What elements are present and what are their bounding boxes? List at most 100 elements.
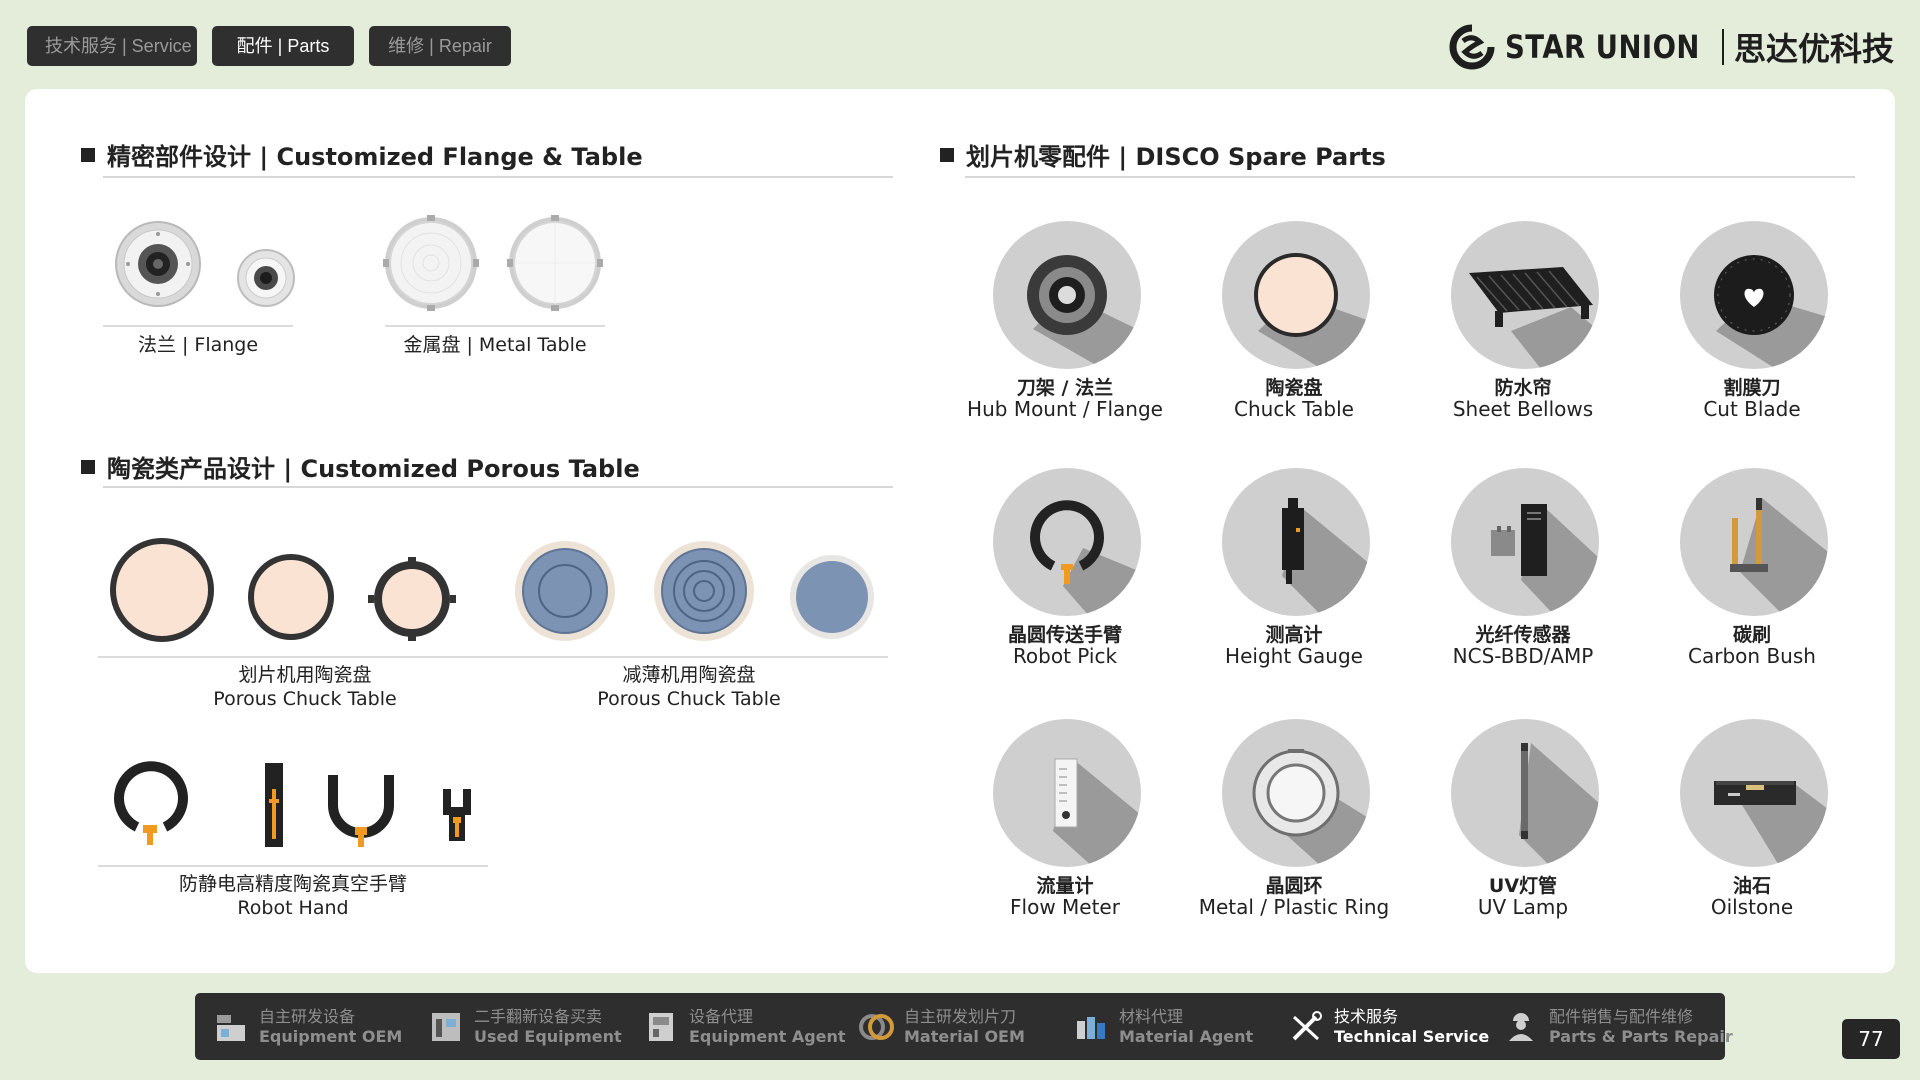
flange-section-title-text: 精密部件设计 | Customized Flange & Table <box>107 143 643 171</box>
robot-hand-caption-en: Robot Hand <box>237 897 349 919</box>
worker-icon <box>1509 1012 1533 1041</box>
flange-caption: 法兰 | Flange <box>137 334 259 356</box>
porous-underline <box>98 656 888 658</box>
porous-section-title-text: 陶瓷类产品设计 | Customized Porous Table <box>107 455 640 483</box>
content-card: 精密部件设计 | Customized Flange & Table 法兰 | … <box>25 89 1895 973</box>
bullet-square-icon <box>940 147 954 162</box>
chuck-table-icon <box>1222 221 1370 369</box>
nav-equipment-agent[interactable]: 设备代理 Equipment Agent <box>643 993 858 1060</box>
tab-service[interactable]: 技术服务 | Service <box>27 26 197 66</box>
nav-label-cn: 配件销售与配件维修 <box>1549 1006 1694 1026</box>
disco-item-en: Height Gauge <box>1225 644 1363 668</box>
disco-item-uv-lamp[interactable]: UV灯管 UV Lamp <box>1403 719 1643 939</box>
disco-item-robot-pick[interactable]: 晶圆传送手臂 Robot Pick <box>945 468 1185 688</box>
disco-item-cn: 晶圆环 <box>1265 875 1323 897</box>
blade-ring-icon <box>859 1013 894 1040</box>
nav-label-cn: 技术服务 <box>1334 1006 1399 1026</box>
flange-images <box>115 221 295 307</box>
brand-name: STAR UNION <box>1505 28 1701 66</box>
disco-item-flow-meter[interactable]: 流量计 Flow Meter <box>945 719 1185 939</box>
tab-repair[interactable]: 维修 | Repair <box>369 26 511 66</box>
brand: STAR UNION 思达优科技 <box>1449 24 1894 70</box>
disco-item-en: Cut Blade <box>1703 397 1801 421</box>
disco-item-sheet-bellows[interactable]: 防水帘 Sheet Bellows <box>1403 221 1643 441</box>
disco-item-cn: 光纤传感器 <box>1475 624 1571 646</box>
disco-item-cn: 陶瓷盘 <box>1265 377 1323 399</box>
tab-parts[interactable]: 配件 | Parts <box>212 26 354 66</box>
dicing-chuck-medium-icon <box>248 554 334 640</box>
section-rule <box>103 176 893 178</box>
nav-label-en: Parts & Parts Repair <box>1549 1026 1733 1046</box>
porous-table-images <box>110 538 874 642</box>
robot-hand-caption-cn: 防静电高精度陶瓷真空手臂 <box>178 873 407 895</box>
dicing-chuck-large-icon <box>110 538 214 642</box>
oilstone-icon <box>1680 719 1828 867</box>
disco-item-en: UV Lamp <box>1477 895 1569 919</box>
disco-item-carbon-brush[interactable]: 碳刷 Carbon Bush <box>1632 468 1872 688</box>
disco-item-cn: 晶圆传送手臂 <box>1007 624 1122 646</box>
thinning-chuck-caption: 减薄机用陶瓷盘 Porous Chuck Table <box>509 663 869 711</box>
disco-item-cn: 防水帘 <box>1494 377 1552 399</box>
disco-item-en: Carbon Bush <box>1688 644 1816 668</box>
disco-item-cn: 油石 <box>1732 875 1771 897</box>
robot-pick-icon <box>993 468 1141 616</box>
flange-icon <box>993 221 1141 369</box>
disco-item-cn: 割膜刀 <box>1723 377 1781 399</box>
disco-item-cn: 刀架 / 法兰 <box>1016 377 1114 399</box>
disco-item-en: Flow Meter <box>1010 895 1120 919</box>
nav-equipment-oem[interactable]: 自主研发设备 Equipment OEM <box>213 993 428 1060</box>
disco-item-oilstone[interactable]: 油石 Oilstone <box>1632 719 1872 939</box>
thinning-chuck-3-icon <box>790 555 874 639</box>
disco-item-height-gauge[interactable]: 测高计 Height Gauge <box>1174 468 1414 688</box>
disco-item-en: Robot Pick <box>1012 644 1118 668</box>
nav-material-agent[interactable]: 材料代理 Material Agent <box>1073 993 1288 1060</box>
dicing-chuck-caption-cn: 划片机用陶瓷盘 <box>238 664 372 686</box>
height-gauge-icon <box>1222 468 1370 616</box>
metal-table-icon-2 <box>507 215 603 311</box>
flange-small-icon <box>237 249 295 307</box>
porous-section-title: 陶瓷类产品设计 | Customized Porous Table <box>81 449 640 484</box>
nav-label-cn: 材料代理 <box>1119 1006 1184 1026</box>
disco-item-chuck-table[interactable]: 陶瓷盘 Chuck Table <box>1174 221 1414 441</box>
nav-used-equipment[interactable]: 二手翻新设备买卖 Used Equipment <box>428 993 643 1060</box>
metal-table-underline <box>385 325 605 327</box>
wafer-ring-icon <box>1222 719 1370 867</box>
thinning-chuck-2-icon <box>654 541 754 641</box>
dicing-chuck-caption-en: Porous Chuck Table <box>213 688 397 710</box>
disco-item-en: Metal / Plastic Ring <box>1198 895 1390 919</box>
nav-label-en: Equipment OEM <box>259 1026 403 1046</box>
disco-item-en: Chuck Table <box>1234 397 1354 421</box>
flange-large-icon <box>115 221 201 307</box>
disco-item-cn: 测高计 <box>1265 624 1323 646</box>
bullet-square-icon <box>81 459 95 474</box>
page-number: 77 <box>1842 1019 1900 1059</box>
star-union-logo-icon <box>1449 24 1495 70</box>
disco-item-fiber-sensor[interactable]: 光纤传感器 NCS-BBD/AMP <box>1403 468 1643 688</box>
robot-hand-images <box>114 761 471 847</box>
robot-hand-small-fork-icon <box>443 789 471 841</box>
section-rule <box>965 176 1855 178</box>
disco-item-hub-mount[interactable]: 刀架 / 法兰 Hub Mount / Flange <box>945 221 1185 441</box>
nav-label-cn: 二手翻新设备买卖 <box>474 1006 603 1026</box>
disco-item-wafer-ring[interactable]: 晶圆环 Metal / Plastic Ring <box>1174 719 1414 939</box>
dicing-chuck-small-icon <box>368 557 456 641</box>
material-icon <box>1077 1016 1105 1039</box>
fiber-sensor-icon <box>1451 468 1599 616</box>
nav-label-en: Equipment Agent <box>689 1026 846 1046</box>
nav-parts-repair[interactable]: 配件销售与配件维修 Parts & Parts Repair <box>1503 993 1733 1060</box>
disco-item-cut-blade[interactable]: 割膜刀 Cut Blade <box>1632 221 1872 441</box>
nav-label-en: Material OEM <box>904 1026 1025 1046</box>
nav-label-en: Used Equipment <box>474 1026 622 1046</box>
bellows-icon <box>1451 221 1599 369</box>
metal-table-icon <box>383 215 479 311</box>
robot-hand-bar-icon <box>265 763 283 847</box>
nav-material-oem[interactable]: 自主研发划片刀 Material OEM <box>858 993 1073 1060</box>
disco-item-en: Oilstone <box>1710 895 1794 919</box>
brand-chinese-name: 思达优科技 <box>1733 30 1894 68</box>
disco-section-title: 划片机零配件 | DISCO Spare Parts <box>940 137 1386 172</box>
tools-icon <box>1292 1010 1322 1040</box>
nav-technical-service[interactable]: 技术服务 Technical Service <box>1288 993 1503 1060</box>
disco-section-title-text: 划片机零配件 | DISCO Spare Parts <box>966 143 1386 171</box>
carbon-brush-icon <box>1680 468 1828 616</box>
disco-item-cn: 流量计 <box>1036 875 1094 897</box>
